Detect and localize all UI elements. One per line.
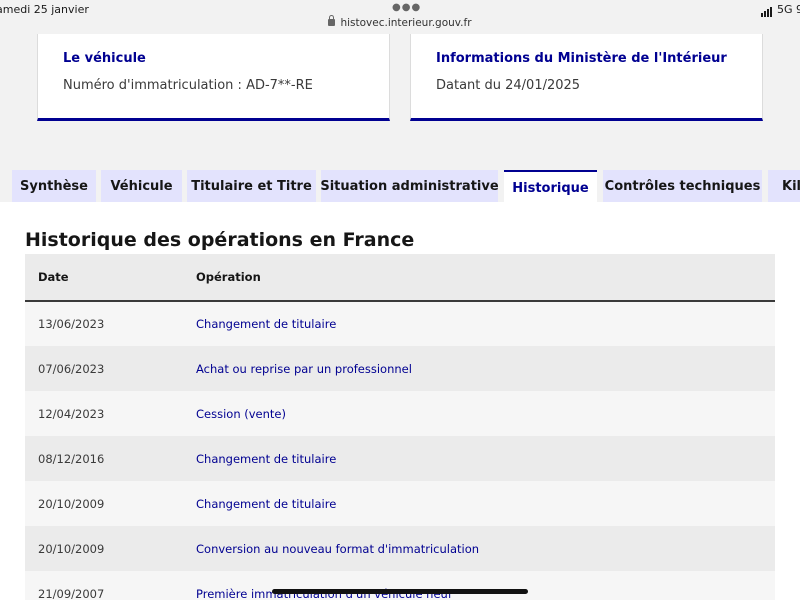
row-operation: Changement de titulaire (196, 496, 337, 511)
row-date: 21/09/2007 (38, 586, 105, 600)
vehicle-card: Le véhicule Numéro d'immatriculation : A… (37, 34, 390, 121)
row-operation: Changement de titulaire (196, 317, 337, 331)
row-date: 07/06/2023 (38, 361, 105, 376)
signal-icon (761, 4, 773, 17)
table-row: 20/10/2009 Changement de titulaire (25, 481, 775, 526)
network-label: 5G (777, 3, 793, 16)
column-header-date: Date (25, 254, 196, 302)
history-panel: Historique des opérations en France Date… (0, 202, 800, 600)
column-header-operation: Opération (196, 254, 775, 302)
tab-controles-techniques[interactable]: Contrôles techniques (603, 170, 762, 203)
history-table: Date Opération 13/06/2023 Changement de … (25, 254, 775, 600)
more-dots-icon[interactable]: ●●● (392, 2, 421, 13)
registration-number: Numéro d'immatriculation : AD-7**-RE (63, 78, 313, 93)
data-date: Datant du 24/01/2025 (436, 78, 581, 93)
tab-synthese[interactable]: Synthèse (12, 170, 96, 203)
table-row: 08/12/2016 Changement de titulaire (25, 436, 775, 481)
battery-label: 9 (796, 3, 800, 16)
address-bar[interactable]: histovec.interieur.gouv.fr (0, 15, 800, 29)
tab-historique[interactable]: Historique (504, 170, 597, 204)
tab-titulaire-titre[interactable]: Titulaire et Titre (187, 170, 316, 203)
url-text: histovec.interieur.gouv.fr (340, 17, 472, 29)
table-row: 13/06/2023 Changement de titulaire (25, 301, 775, 346)
status-bar: amedi 25 janvier ●●● histovec.interieur.… (0, 0, 800, 36)
table-row: 07/06/2023 Achat ou reprise par un profe… (25, 346, 775, 391)
ministry-info-card: Informations du Ministère de l'Intérieur… (410, 34, 763, 121)
status-indicators: 5G 9 (761, 3, 800, 17)
vehicle-card-title: Le véhicule (63, 51, 146, 66)
row-operation: Changement de titulaire (196, 451, 337, 466)
row-date: 20/10/2009 (38, 496, 105, 511)
row-operation: Conversion au nouveau format d'immatricu… (196, 541, 480, 556)
history-title: Historique des opérations en France (25, 229, 415, 251)
table-header-row: Date Opération (25, 254, 775, 302)
row-date: 13/06/2023 (38, 317, 105, 331)
table-row: 20/10/2009 Conversion au nouveau format … (25, 526, 775, 571)
table-row: 12/04/2023 Cession (vente) (25, 391, 775, 436)
lock-icon (328, 15, 336, 26)
tab-bar: Synthèse Véhicule Titulaire et Titre Sit… (0, 170, 800, 204)
row-operation: Achat ou reprise par un professionnel (196, 361, 412, 376)
row-date: 12/04/2023 (38, 406, 105, 421)
home-indicator[interactable] (272, 589, 528, 594)
tab-situation-administrative[interactable]: Situation administrative (321, 170, 498, 203)
row-date: 20/10/2009 (38, 541, 105, 556)
status-time: amedi 25 janvier (0, 3, 89, 16)
tab-vehicule[interactable]: Véhicule (101, 170, 182, 203)
tab-kilometrage[interactable]: Kilo (768, 170, 800, 203)
ministry-card-title: Informations du Ministère de l'Intérieur (436, 51, 727, 66)
row-operation: Cession (vente) (196, 406, 286, 421)
table-row: 21/09/2007 Première immatriculation d'un… (25, 571, 775, 600)
row-date: 08/12/2016 (38, 451, 105, 466)
row-operation: Première immatriculation d'un véhicule n… (196, 586, 452, 600)
